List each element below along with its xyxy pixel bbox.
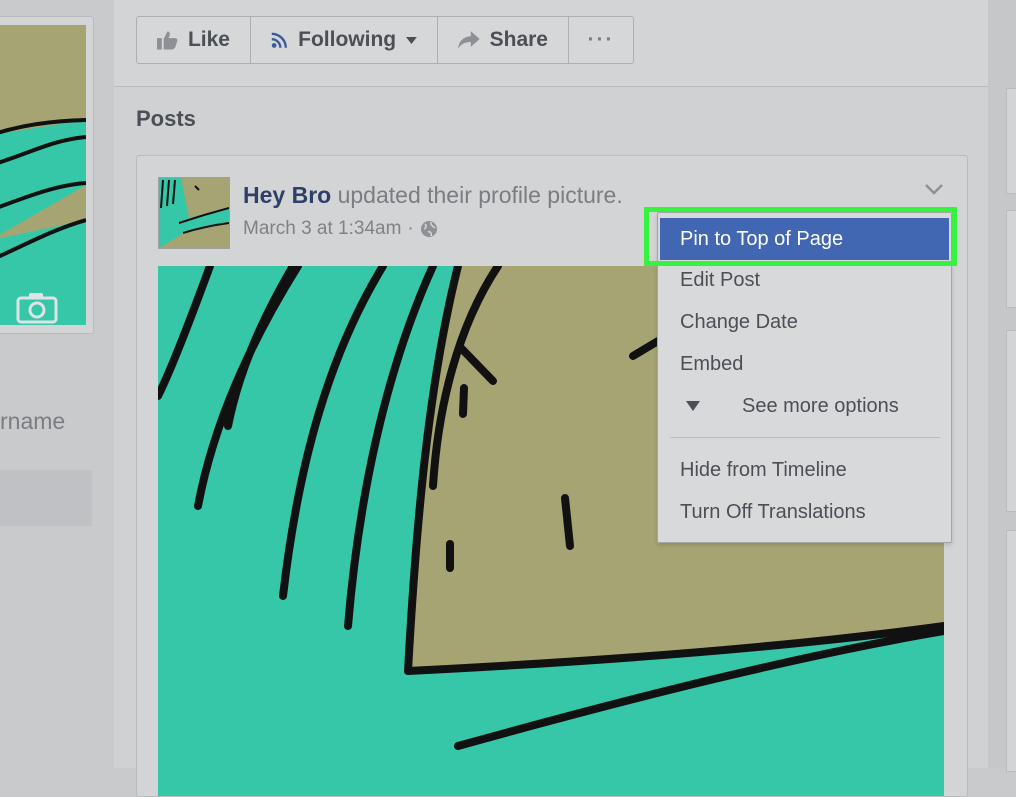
profile-picture-illustration — [0, 25, 86, 325]
menu-divider — [670, 437, 940, 438]
menu-item-embed[interactable]: Embed — [658, 343, 951, 385]
meta-separator: · — [407, 218, 414, 239]
camera-icon[interactable] — [15, 289, 59, 325]
username-fragment: rname — [0, 408, 66, 434]
page-action-bar: Like Following Share ··· — [136, 16, 634, 64]
caret-down-icon — [406, 36, 417, 44]
post-action-text: updated their profile picture. — [337, 182, 623, 208]
rss-icon — [271, 32, 287, 48]
left-nav-item[interactable] — [0, 470, 92, 526]
left-column: rname — [0, 0, 108, 768]
profile-picture[interactable] — [0, 25, 86, 325]
share-button[interactable]: Share — [438, 17, 569, 63]
right-card-3 — [1006, 330, 1016, 512]
post-timestamp[interactable]: March 3 at 1:34am — [243, 218, 401, 240]
share-arrow-icon — [458, 31, 480, 49]
like-button[interactable]: Like — [137, 17, 251, 63]
post-author-avatar[interactable] — [158, 177, 230, 249]
profile-picture-card[interactable] — [0, 16, 94, 334]
more-options-button[interactable]: ··· — [569, 17, 633, 63]
share-label: Share — [489, 28, 548, 51]
globe-icon — [420, 221, 437, 237]
posts-heading: Posts — [136, 106, 196, 131]
thumbs-up-icon — [157, 31, 178, 50]
menu-item-edit-post[interactable]: Edit Post — [658, 259, 951, 301]
avatar-illustration — [159, 178, 229, 248]
menu-item-see-more-options[interactable]: See more options — [658, 385, 951, 427]
menu-item-pin-to-top[interactable]: Pin to Top of Page — [660, 218, 949, 260]
following-button[interactable]: Following — [251, 17, 438, 63]
right-column — [988, 0, 1016, 772]
menu-item-hide-from-timeline[interactable]: Hide from Timeline — [658, 449, 951, 491]
post-options-chevron-icon[interactable] — [923, 180, 945, 198]
right-card-2 — [1006, 210, 1016, 308]
see-more-options-label: See more options — [742, 394, 899, 417]
post-meta: March 3 at 1:34am · — [243, 218, 438, 240]
triangle-down-icon — [686, 401, 700, 411]
post-options-menu: Pin to Top of Page Edit Post Change Date… — [657, 212, 952, 543]
right-card-4 — [1006, 530, 1016, 772]
menu-item-change-date[interactable]: Change Date — [658, 301, 951, 343]
right-card-1 — [1006, 88, 1016, 194]
page-action-strip: Like Following Share ··· — [114, 0, 988, 87]
post-author-name[interactable]: Hey Bro — [243, 182, 331, 208]
more-label: ··· — [587, 28, 615, 51]
post-headline: Hey Bro updated their profile picture. — [243, 182, 623, 209]
following-label: Following — [298, 28, 397, 51]
like-label: Like — [187, 28, 230, 51]
menu-item-turn-off-translations[interactable]: Turn Off Translations — [658, 491, 951, 533]
